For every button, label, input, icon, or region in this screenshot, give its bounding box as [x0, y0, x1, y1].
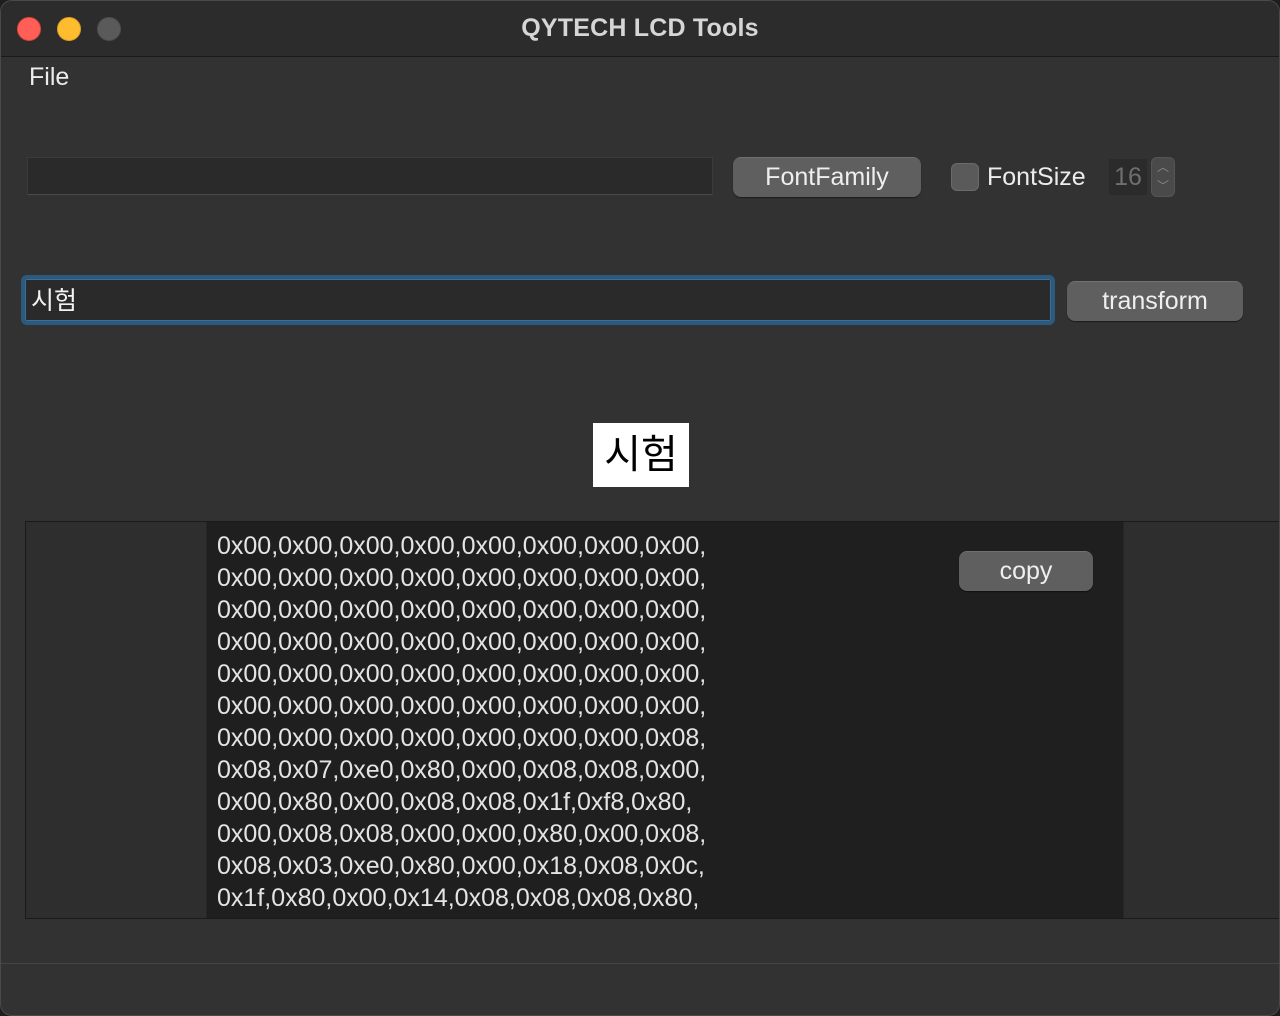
window-title: QYTECH LCD Tools [521, 14, 759, 42]
chevron-up-icon[interactable]: ︿ [1152, 158, 1174, 177]
hex-line: 0x00,0x00,0x00,0x00,0x00,0x00,0x00,0x00, [217, 628, 707, 656]
hex-line: 0x00,0x00,0x00,0x00,0x00,0x00,0x00,0x00, [217, 660, 707, 688]
text-input[interactable]: 시험 [21, 275, 1055, 325]
app-window: QYTECH LCD Tools File FontFamily FontSiz… [0, 0, 1280, 1016]
hex-line: 0x00,0x08,0x08,0x00,0x00,0x80,0x00,0x08, [217, 820, 707, 848]
copy-button[interactable]: copy [959, 551, 1093, 591]
font-family-button[interactable]: FontFamily [733, 157, 921, 197]
font-name-field[interactable] [27, 157, 713, 195]
hex-line: 0x00,0x00,0x00,0x00,0x00,0x00,0x00,0x00, [217, 596, 707, 624]
hex-line: 0x00,0x00,0x00,0x00,0x00,0x00,0x00,0x08, [217, 724, 707, 752]
font-size-stepper[interactable]: ︿ ﹀ [1151, 157, 1175, 197]
transform-button[interactable]: transform [1067, 281, 1243, 321]
hex-lines: 0x00,0x00,0x00,0x00,0x00,0x00,0x00,0x00,… [217, 530, 706, 914]
title-bar: QYTECH LCD Tools [1, 1, 1279, 57]
hex-line: 0x08,0x07,0xe0,0x80,0x00,0x08,0x08,0x00, [217, 756, 707, 784]
chevron-down-icon[interactable]: ﹀ [1152, 177, 1174, 196]
hex-line: 0x1f,0x80,0x00,0x14,0x08,0x08,0x08,0x80, [217, 884, 700, 912]
font-size-spinbox[interactable]: 16 [1109, 159, 1147, 195]
hex-line: 0x00,0x00,0x00,0x00,0x00,0x00,0x00,0x00, [217, 692, 707, 720]
glyph-preview: 시험 [593, 423, 689, 487]
menu-file[interactable]: File [29, 63, 69, 92]
hex-line: 0x00,0x00,0x00,0x00,0x00,0x00,0x00,0x00, [217, 564, 707, 592]
font-size-label: FontSize [987, 163, 1086, 191]
status-bar-divider [1, 963, 1279, 964]
hex-line: 0x00,0x80,0x00,0x08,0x08,0x1f,0xf8,0x80, [217, 788, 693, 816]
hex-line: 0x08,0x03,0xe0,0x80,0x00,0x18,0x08,0x0c, [217, 852, 705, 880]
hex-line: 0x00,0x00,0x00,0x00,0x00,0x00,0x00,0x00, [217, 532, 707, 560]
font-size-checkbox[interactable] [951, 163, 979, 191]
